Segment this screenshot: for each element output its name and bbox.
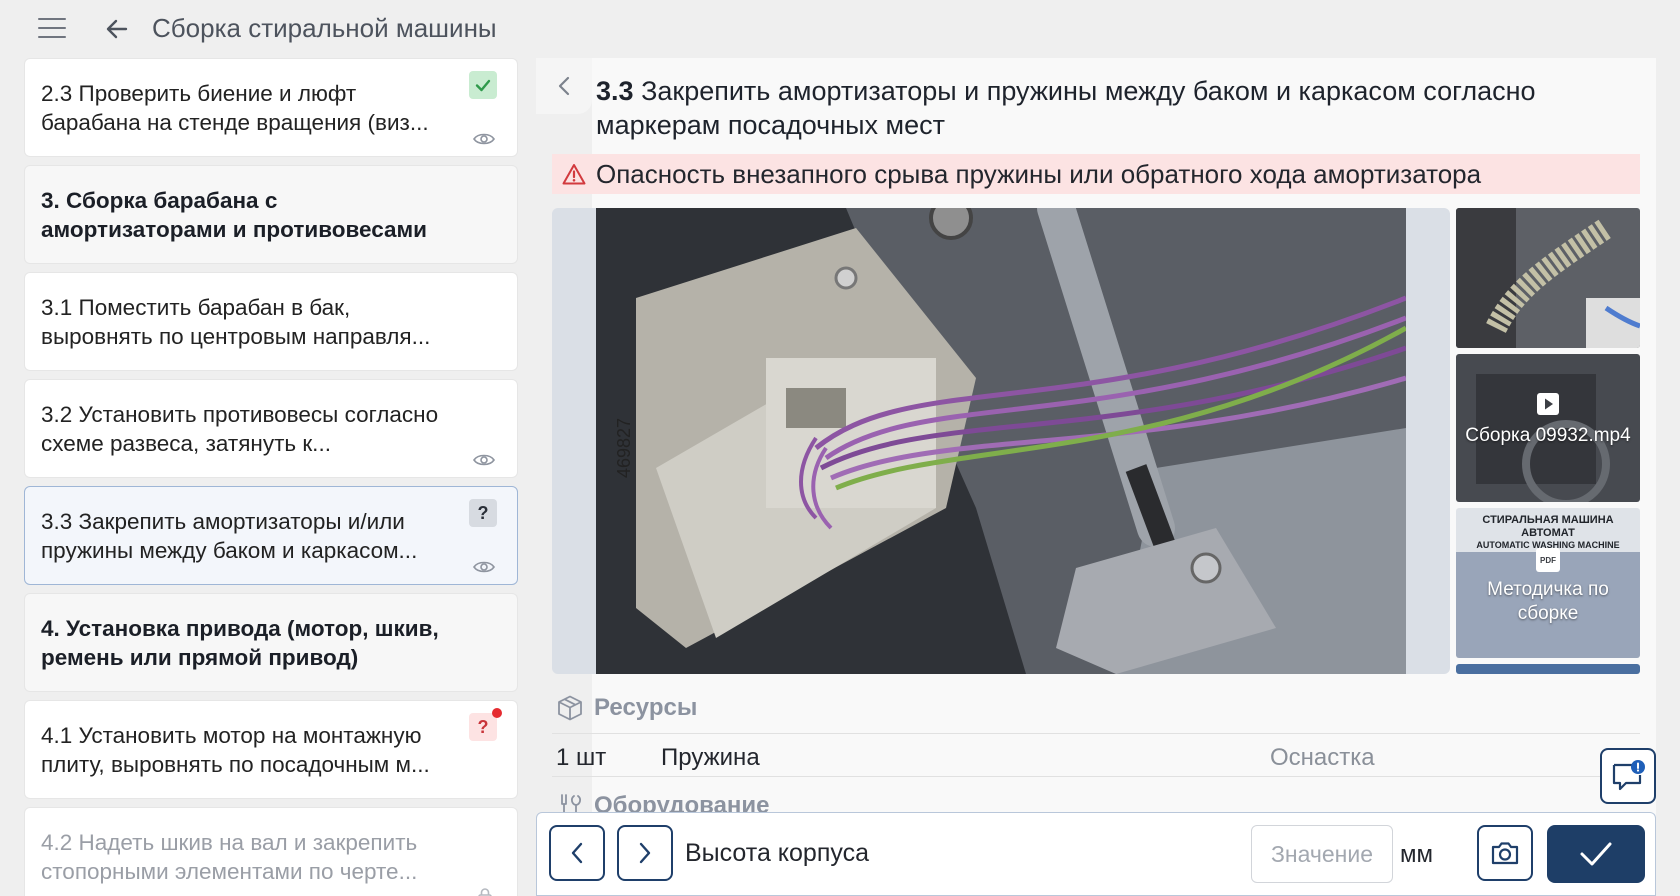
- chevron-left-icon: [558, 76, 570, 96]
- chat-alert-icon: [1612, 760, 1645, 791]
- thumbnail-next[interactable]: [1456, 664, 1640, 674]
- assembly-photo: 469827: [596, 208, 1406, 674]
- resource-row: 1 шт Пружина Оснастка: [556, 738, 1640, 778]
- eye-icon[interactable]: [473, 132, 495, 146]
- media-thumbnails: Сборка 09932.mp4 СТИРАЛЬНАЯ МАШИНА АВТОМ…: [1456, 208, 1640, 674]
- step-item-3-2[interactable]: 3.2 Установить противовесы согласно схем…: [24, 379, 518, 478]
- camera-icon: [1491, 842, 1519, 865]
- check-icon: [1580, 842, 1612, 866]
- resource-name: Пружина: [661, 744, 760, 771]
- divider: [552, 776, 1640, 777]
- warning-text: Опасность внезапного срыва пружины или о…: [596, 158, 1482, 189]
- collapse-sidebar-button[interactable]: [536, 58, 592, 114]
- camera-button[interactable]: [1477, 825, 1533, 881]
- step-item-2-3[interactable]: 2.3 Проверить биение и люфт барабана на …: [24, 58, 518, 157]
- step-number: 3.3: [596, 76, 634, 106]
- alert-badge-label: ?: [477, 716, 489, 737]
- step-item-label: 3.2 Установить противовесы согласно схем…: [41, 402, 439, 456]
- step-item-4-2[interactable]: 4.2 Надеть шкив на вал и закрепить стопо…: [24, 807, 518, 896]
- hamburger-icon[interactable]: [38, 18, 66, 40]
- eye-icon[interactable]: [473, 453, 495, 467]
- measurement-bar: Высота корпуса мм: [536, 812, 1656, 896]
- pdf-filename: Методичка по сборке: [1487, 579, 1609, 624]
- resource-qty: 1 шт: [556, 744, 607, 771]
- thumbnail-pdf[interactable]: СТИРАЛЬНАЯ МАШИНА АВТОМАТ AUTOMATIC WASH…: [1456, 508, 1640, 658]
- resource-type: Оснастка: [1270, 744, 1375, 771]
- step-item-label: 4.2 Надеть шкив на вал и закрепить стопо…: [41, 830, 418, 884]
- step-title: 3.3 Закрепить амортизаторы и пружины меж…: [596, 74, 1626, 142]
- section-item-label: 4. Установка привода (мотор, шкив, ремен…: [41, 616, 439, 670]
- play-icon: [1537, 393, 1559, 415]
- unit-label: мм: [1400, 841, 1433, 868]
- box-icon: [558, 695, 582, 721]
- step-item-4-1[interactable]: 4.1 Установить мотор на монтажную плиту,…: [24, 700, 518, 799]
- notification-dot: [492, 708, 502, 718]
- step-item-label: 3.1 Поместить барабан в бак, выровнять п…: [41, 295, 431, 349]
- lock-icon: [478, 888, 492, 896]
- value-input[interactable]: [1251, 825, 1393, 883]
- done-badge: [469, 71, 497, 99]
- media-viewer[interactable]: 469827: [552, 208, 1450, 674]
- manual-cover-title: СТИРАЛЬНАЯ МАШИНА АВТОМАТ: [1482, 514, 1614, 539]
- step-item-label: 2.3 Проверить биение и люфт барабана на …: [41, 81, 429, 135]
- step-title-text: Закрепить амортизаторы и пружины между б…: [596, 76, 1536, 140]
- page-title: Сборка стиральной машины: [152, 13, 497, 43]
- confirm-step-button[interactable]: [1547, 825, 1645, 883]
- pdf-icon: PDF: [1536, 548, 1560, 572]
- spring-image: [1456, 208, 1640, 348]
- comment-button[interactable]: [1600, 748, 1656, 804]
- question-badge: ?: [469, 499, 497, 527]
- step-item-3-3[interactable]: 3.3 Закрепить амортизаторы и/или пружины…: [24, 486, 518, 585]
- top-bar: Сборка стиральной машины: [0, 0, 1680, 58]
- section-item-4[interactable]: 4. Установка привода (мотор, шкив, ремен…: [24, 593, 518, 692]
- step-list: 2.3 Проверить биение и люфт барабана на …: [24, 58, 518, 896]
- step-item-label: 4.1 Установить мотор на монтажную плиту,…: [41, 723, 430, 777]
- resources-header: Ресурсы: [556, 694, 697, 722]
- divider: [552, 733, 1640, 734]
- prev-step-button[interactable]: [549, 825, 605, 881]
- arrow-left-icon[interactable]: [104, 16, 130, 42]
- step-item-3-1[interactable]: 3.1 Поместить барабан в бак, выровнять п…: [24, 272, 518, 371]
- step-item-label: 3.3 Закрепить амортизаторы и/или пружины…: [41, 509, 418, 563]
- section-item-label: 3. Сборка барабана с амортизаторами и пр…: [41, 188, 428, 242]
- check-icon: [475, 79, 491, 92]
- warning-triangle-icon: [562, 164, 586, 185]
- alert-badge: ?: [469, 708, 502, 741]
- parameter-label: Высота корпуса: [685, 839, 869, 867]
- chevron-right-icon: [639, 842, 651, 864]
- chevron-left-icon: [571, 842, 583, 864]
- next-step-button[interactable]: [617, 825, 673, 881]
- resources-title: Ресурсы: [594, 694, 698, 721]
- warning-banner: Опасность внезапного срыва пружины или о…: [552, 154, 1640, 194]
- photo-marking-text: 469827: [614, 418, 634, 478]
- video-filename: Сборка 09932.mp4: [1465, 425, 1631, 446]
- section-item-3[interactable]: 3. Сборка барабана с амортизаторами и пр…: [24, 165, 518, 264]
- step-detail-panel: 3.3 Закрепить амортизаторы и пружины меж…: [536, 58, 1656, 896]
- thumbnail-image[interactable]: [1456, 208, 1640, 348]
- eye-icon[interactable]: [473, 560, 495, 574]
- photo-illustration: 469827: [596, 208, 1406, 674]
- thumbnail-video[interactable]: Сборка 09932.mp4: [1456, 354, 1640, 502]
